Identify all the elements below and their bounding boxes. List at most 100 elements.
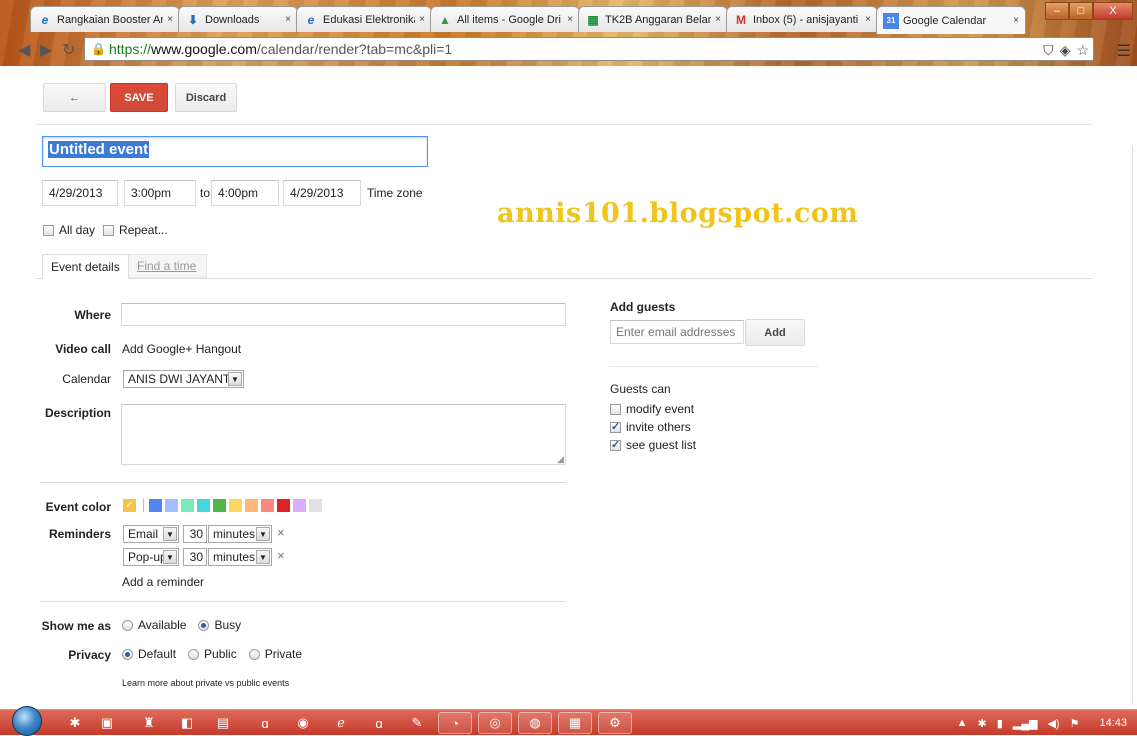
end-time-input[interactable]: 4:00pm [211, 180, 279, 206]
bluetooth-icon[interactable]: ✱ [977, 717, 986, 730]
start-button[interactable] [8, 706, 44, 736]
guest-email-input[interactable] [610, 320, 744, 344]
back-button[interactable]: ← [43, 83, 106, 112]
shield-icon[interactable]: ⛉ [1043, 42, 1054, 59]
ie-icon[interactable]: ℯ [330, 712, 352, 734]
reload-icon[interactable]: ↻ [62, 40, 75, 60]
timezone-link[interactable]: Time zone [367, 186, 423, 200]
taskbar-app-icon[interactable]: ▣ [96, 712, 118, 734]
close-icon[interactable]: × [1013, 15, 1019, 26]
maximize-button[interactable]: □ [1069, 2, 1093, 20]
clock[interactable]: 14:43 [1099, 717, 1127, 729]
add-reminder-link[interactable]: Add a reminder [122, 575, 204, 589]
browser-tab[interactable]: M Inbox (5) - anisjayanti × [726, 6, 878, 32]
guest-permission-modify[interactable]: modify event [610, 402, 694, 416]
forward-icon[interactable]: ▶ [40, 40, 52, 60]
add-guest-button[interactable]: Add [745, 319, 805, 346]
taskbar-app-icon[interactable]: ♜ [138, 712, 160, 734]
taskbar-app-icon[interactable]: ◧ [176, 712, 198, 734]
event-color-swatch[interactable] [213, 499, 226, 512]
reminder-value-input[interactable]: 30 [183, 548, 207, 566]
browser-tab-active[interactable]: 31 Google Calendar × [876, 6, 1026, 34]
browser-tab[interactable]: ▦ TK2B Anggaran Belanj × [578, 6, 728, 32]
where-input[interactable] [121, 303, 566, 326]
tab-find-a-time[interactable]: Find a time [126, 254, 208, 278]
remove-reminder-icon[interactable]: × [277, 525, 285, 540]
browser-tab[interactable]: e Rangkaian Booster An × [30, 6, 180, 32]
remove-reminder-icon[interactable]: × [277, 548, 285, 563]
event-color-swatch[interactable] [165, 499, 178, 512]
see-guest-list-checkbox[interactable] [610, 438, 621, 451]
menu-icon[interactable]: ☰ [1117, 41, 1131, 61]
close-icon[interactable]: × [715, 14, 721, 25]
close-icon[interactable]: × [419, 14, 425, 25]
event-color-swatch[interactable] [309, 499, 322, 512]
available-radio[interactable] [122, 619, 133, 631]
close-icon[interactable]: × [285, 14, 291, 25]
event-color-selected-swatch[interactable]: ✓ [123, 499, 136, 512]
volume-icon[interactable]: ◀) [1047, 717, 1059, 730]
taskbar-app-icon[interactable]: ▦ [558, 712, 592, 734]
event-color-swatch[interactable] [245, 499, 258, 512]
event-color-swatch[interactable] [229, 499, 242, 512]
busy-radio[interactable] [198, 619, 210, 631]
taskbar-app-icon[interactable]: ◔ [438, 712, 472, 734]
guest-permission-invite[interactable]: invite others [610, 420, 691, 434]
repeat-checkbox[interactable] [103, 224, 115, 236]
signal-icon[interactable]: ▂▄▆ [1013, 717, 1038, 730]
reminder-value-input[interactable]: 30 [183, 525, 207, 543]
event-color-swatch[interactable] [181, 499, 194, 512]
battery-icon[interactable]: ▮ [997, 717, 1003, 730]
show-hidden-icons-icon[interactable]: ▲ [957, 717, 968, 729]
reminder-unit-select[interactable]: minutes ▼ [208, 548, 272, 566]
chrome-icon[interactable]: ◎ [478, 712, 512, 734]
all-day-checkbox[interactable] [43, 224, 54, 236]
star-icon[interactable]: ☆ [1076, 42, 1089, 59]
modify-event-checkbox[interactable] [610, 403, 621, 415]
extension-icon[interactable]: ◈ [1060, 42, 1071, 59]
all-day-row[interactable]: All day Repeat... [43, 223, 168, 237]
default-radio[interactable] [122, 648, 133, 660]
private-radio[interactable] [248, 648, 260, 660]
discard-button[interactable]: Discard [175, 83, 237, 112]
event-title-input[interactable]: Untitled event [42, 136, 428, 167]
taskbar-app-icon[interactable]: ɑ [254, 712, 276, 734]
event-color-swatch[interactable] [149, 499, 162, 512]
resize-handle-icon[interactable]: ◢ [557, 454, 564, 465]
calendar-select[interactable]: ANIS DWI JAYANTI ▼ [123, 370, 244, 388]
reminder-method-select[interactable]: Email ▼ [123, 525, 179, 543]
event-color-swatch[interactable] [277, 499, 290, 512]
start-time-input[interactable]: 3:00pm [124, 180, 196, 206]
taskbar-app-icon[interactable]: ⚙ [598, 712, 632, 734]
event-color-swatch[interactable] [261, 499, 274, 512]
event-color-swatch[interactable] [293, 499, 306, 512]
minimize-button[interactable]: – [1045, 2, 1069, 20]
back-icon[interactable]: ◀ [18, 40, 30, 60]
taskbar-app-icon[interactable]: ✱ [64, 712, 86, 734]
close-icon[interactable]: × [567, 14, 573, 25]
public-radio[interactable] [188, 648, 200, 660]
reminder-method-select[interactable]: Pop-up ▼ [123, 548, 179, 566]
close-window-button[interactable]: X [1093, 2, 1133, 20]
taskbar-app-icon[interactable]: ◍ [518, 712, 552, 734]
tab-event-details[interactable]: Event details [42, 254, 129, 279]
reminder-unit-select[interactable]: minutes ▼ [208, 525, 272, 543]
end-date-input[interactable]: 4/29/2013 [283, 180, 361, 206]
folder-icon[interactable]: ▤ [212, 712, 234, 734]
invite-others-checkbox[interactable] [610, 420, 621, 433]
description-textarea[interactable] [121, 404, 566, 465]
browser-tab[interactable]: e Edukasi Elektronika × [296, 6, 432, 32]
guest-permission-see-list[interactable]: see guest list [610, 438, 696, 452]
start-date-input[interactable]: 4/29/2013 [42, 180, 118, 206]
browser-tab[interactable]: ▲ All items - Google Dri × [430, 6, 580, 32]
address-bar[interactable]: 🔒 https://www.google.com/calendar/render… [84, 37, 1094, 61]
notification-icon[interactable]: ⚑ [1070, 717, 1080, 730]
close-icon[interactable]: × [865, 14, 871, 25]
add-hangout-link[interactable]: Add Google+ Hangout [122, 342, 241, 356]
save-button[interactable]: SAVE [110, 83, 168, 112]
close-icon[interactable]: × [167, 14, 173, 25]
taskbar-app-icon[interactable]: ◉ [292, 712, 314, 734]
taskbar-app-icon[interactable]: ✎ [406, 712, 428, 734]
learn-more-link[interactable]: Learn more about private vs public event… [122, 678, 289, 688]
event-color-swatch[interactable] [197, 499, 210, 512]
